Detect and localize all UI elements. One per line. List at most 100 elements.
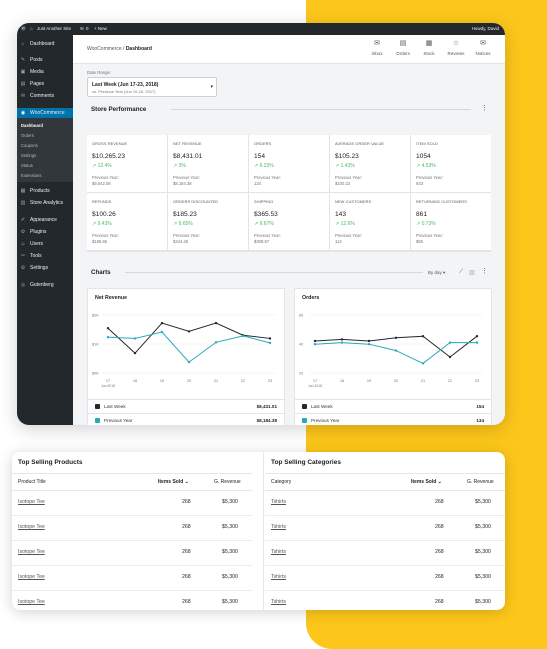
submenu-dashboard[interactable]: Dashboard	[21, 123, 43, 128]
sidebar-item-settings[interactable]: ⚙ Settings	[17, 263, 73, 273]
legend-row-last-week[interactable]: Last Week $8,431.01	[88, 399, 284, 414]
category-link[interactable]: Tshirts	[271, 524, 286, 530]
top-categories-table: Top Selling Categories Category Items So…	[265, 452, 505, 610]
sidebar-item-tools[interactable]: ✂ Tools	[17, 251, 73, 261]
bar-chart-toggle-icon[interactable]: ▥	[469, 269, 475, 276]
more-options-icon[interactable]: ⋮	[481, 105, 488, 112]
sidebar-item-media[interactable]: ▣ Media	[17, 67, 73, 77]
new-content-link[interactable]: + New	[94, 26, 107, 31]
data-point	[475, 341, 479, 344]
home-icon[interactable]: ⌂	[30, 26, 33, 31]
comments-count[interactable]: 0	[86, 26, 89, 31]
admin-sidebar: ⌂ Dashboard ✎ Posts ▣ Media ▤ Pages ✉ Comment…	[17, 35, 73, 425]
submenu-extensions[interactable]: Extensions	[21, 173, 41, 178]
column-header[interactable]: Category	[271, 479, 291, 485]
orders-plot[interactable]: 60 40 20 17 18 19 20 21 22 23 Jun 2018	[295, 303, 491, 399]
wordpress-icon[interactable]: Ⓦ	[21, 26, 26, 32]
sidebar-item-label: Appearance	[30, 217, 57, 223]
legend-name: Previous Year	[311, 418, 340, 423]
submenu-status[interactable]: Status	[21, 163, 33, 168]
stat-net-revenue[interactable]: Net Revenue $8,431.01 ↗ 3% Previous Year: $8…	[168, 135, 248, 192]
stat-prev-value: 112	[335, 239, 342, 244]
x-tick-label: 20	[394, 379, 398, 383]
woocommerce-submenu: Dashboard Orders Coupons Settings Status…	[17, 118, 73, 182]
sidebar-item-plugins[interactable]: ⚙ Plugins	[17, 227, 73, 237]
line-chart-toggle-icon[interactable]: ⟋	[459, 269, 463, 276]
product-link[interactable]: Isotope Tee	[18, 549, 45, 555]
sidebar-item-gutenberg[interactable]: ◎ Gutenberg	[17, 280, 73, 290]
category-link[interactable]: Tshirts	[271, 574, 286, 580]
legend-swatch	[95, 418, 100, 423]
stat-prev-value: $100.23	[335, 181, 351, 186]
date-range-picker[interactable]: Last Week (Jun 17-23, 2018) vs. Previous…	[87, 77, 217, 97]
sidebar-item-users[interactable]: ☺ Users	[17, 239, 73, 249]
category-link[interactable]: Tshirts	[271, 499, 286, 505]
stat-items-sold[interactable]: Item Sold 1054 ↗ 4.53% Previous Year: 933	[411, 135, 491, 192]
net-revenue-plot[interactable]: $2K $1K $0K 17 18 19 20 21 22 23 Jun 2018	[88, 303, 284, 399]
legend-row-previous-year[interactable]: Previous Year $8,184.38	[88, 413, 284, 425]
stat-shipping[interactable]: Shipping $365.53 ↗ 9.67% Previous Year: $308…	[249, 193, 329, 250]
brush-icon: ✐	[20, 217, 26, 223]
interval-select[interactable]: By day ▾	[428, 270, 445, 276]
stat-orders[interactable]: Orders 154 ↗ 6.23% Previous Year: 134	[249, 135, 329, 192]
column-header[interactable]: Product Title	[18, 479, 46, 485]
product-link[interactable]: Isotope Tee	[18, 499, 45, 505]
notices-button[interactable]: ✉ Notices	[471, 40, 495, 56]
sidebar-item-posts[interactable]: ✎ Posts	[17, 55, 73, 65]
inbox-button[interactable]: ✉ Inbox	[365, 40, 389, 56]
series-line-last-week	[314, 335, 478, 358]
legend-row-last-week[interactable]: Last Week 154	[295, 399, 491, 414]
category-link[interactable]: Tshirts	[271, 599, 286, 605]
chart-options-icon[interactable]: ⋮	[481, 268, 488, 275]
comment-icon[interactable]: ✉	[80, 26, 84, 32]
column-header[interactable]: G. Revenue	[467, 479, 494, 485]
stat-orders-discounted[interactable]: Orders Discounted $185.23 ↗ 9.65% Previous …	[168, 193, 248, 250]
stat-prev-label: Previous Year:	[254, 233, 282, 238]
sidebar-item-label: Settings	[30, 265, 49, 271]
sidebar-item-comments[interactable]: ✉ Comments	[17, 91, 73, 101]
submenu-settings[interactable]: Settings	[21, 153, 36, 158]
site-name-link[interactable]: Just Another Site	[37, 26, 71, 31]
settings-icon: ⚙	[20, 265, 26, 271]
sidebar-item-products[interactable]: ▦ Products	[17, 186, 73, 196]
reviews-button[interactable]: ☆ Reviews	[444, 40, 468, 56]
submenu-orders[interactable]: Orders	[21, 133, 34, 138]
column-header-sorted[interactable]: Items Sold ⌄	[411, 479, 442, 485]
howdy-user-link[interactable]: Howdy, David	[472, 26, 499, 31]
data-point	[448, 341, 452, 344]
stat-new-customers[interactable]: New Customers 143 ↗ 12.6% Previous Year: 112	[330, 193, 410, 250]
stat-value: $365.53	[254, 211, 278, 218]
top-products-table: Top Selling Products Product Title Items…	[12, 452, 252, 610]
stock-button[interactable]: ▦ Stock	[417, 40, 441, 56]
section-divider	[171, 109, 471, 110]
stat-average-order-value[interactable]: Average Order Value $105.23 ↗ 1.43% Previou…	[330, 135, 410, 192]
product-link[interactable]: Isotope Tee	[18, 574, 45, 580]
revenue: $5,300	[475, 599, 491, 605]
chart-title: Orders	[302, 295, 320, 301]
stat-returning-customers[interactable]: Returning Customers 861 ↗ 0.73% Previous Ye…	[411, 193, 491, 250]
sidebar-item-label: Plugins	[30, 229, 47, 235]
product-link[interactable]: Isotope Tee	[18, 524, 45, 530]
stat-refunds[interactable]: Refunds $100.26 ↗ 9.43% Previous Year: $198.…	[87, 193, 167, 250]
submenu-coupons[interactable]: Coupons	[21, 143, 38, 148]
stat-prev-label: Previous Year:	[416, 175, 444, 180]
orders-button[interactable]: ▤ Orders	[391, 40, 415, 56]
stat-gross-revenue[interactable]: Gross Revenue $10,265.23 ↗ 12.4% Previous Y…	[87, 135, 167, 192]
column-header-sorted[interactable]: Items Sold ⌄	[158, 479, 189, 485]
page-icon: ▤	[20, 81, 26, 87]
sidebar-item-appearance[interactable]: ✐ Appearance	[17, 215, 73, 225]
stat-label: Orders Discounted	[173, 199, 219, 204]
series-line-previous-year	[107, 331, 271, 363]
legend-row-previous-year[interactable]: Previous Year 134	[295, 413, 491, 425]
top-header-bar: WooCommerce / Dashboard ✉ Inbox ▤ Orders ▦…	[73, 35, 505, 64]
sidebar-item-woocommerce[interactable]: ◉ WooCommerce	[17, 108, 73, 118]
category-link[interactable]: Tshirts	[271, 549, 286, 555]
product-link[interactable]: Isotope Tee	[18, 599, 45, 605]
breadcrumb-parent[interactable]: WooCommerce /	[87, 46, 126, 52]
stat-prev-value: $8,184.38	[173, 181, 192, 186]
sidebar-item-store-analytics[interactable]: ▥ Store Analytics	[17, 198, 73, 208]
sidebar-item-pages[interactable]: ▤ Pages	[17, 79, 73, 89]
table-title: Top Selling Products	[18, 459, 83, 466]
column-header[interactable]: G. Revenue	[214, 479, 241, 485]
sidebar-item-dashboard[interactable]: ⌂ Dashboard	[17, 39, 73, 49]
